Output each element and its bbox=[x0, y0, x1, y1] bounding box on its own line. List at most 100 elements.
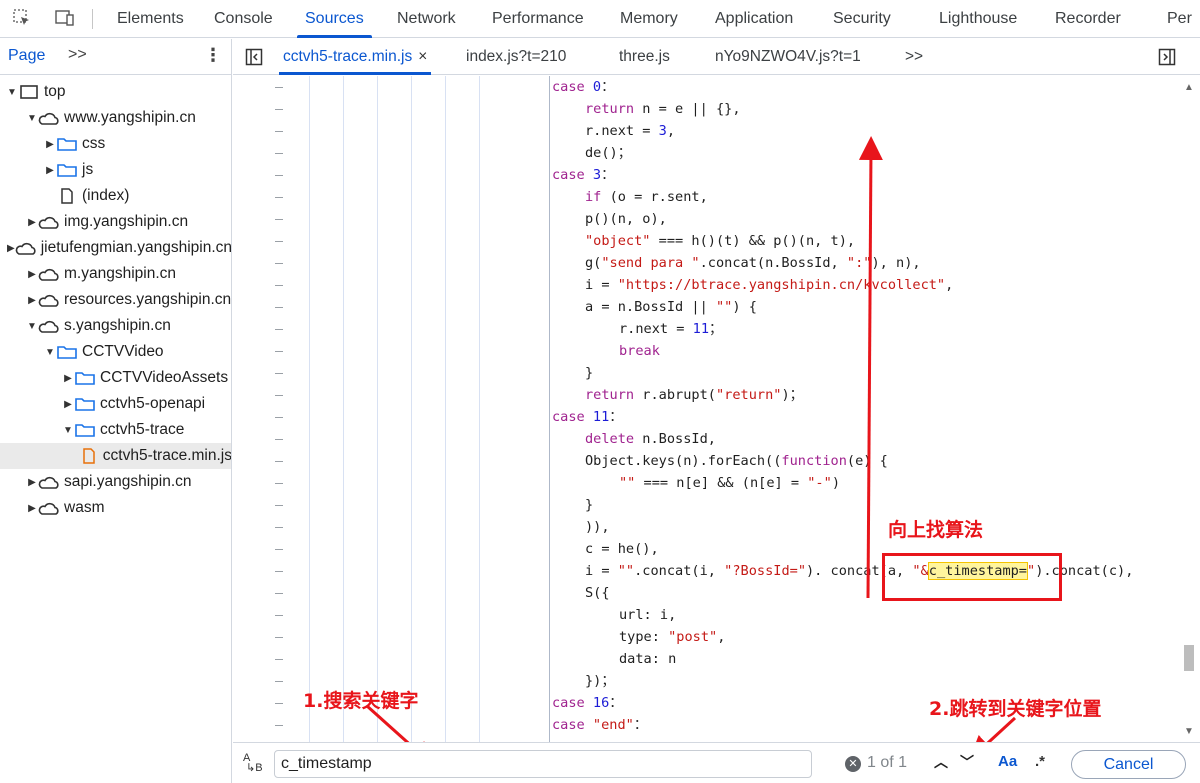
tab-network[interactable]: Network bbox=[397, 0, 456, 38]
toggle-navigator-icon[interactable] bbox=[245, 48, 263, 70]
match-case-button[interactable]: Aa bbox=[998, 753, 1017, 770]
editor-tab[interactable]: index.js?t=210 bbox=[466, 39, 566, 75]
tree-item[interactable]: ▶ css bbox=[0, 131, 231, 157]
code-token: .concat(n.BossId, bbox=[699, 255, 847, 271]
tree-item[interactable]: ▼ www.yangshipin.cn bbox=[0, 105, 231, 131]
code-editor[interactable]: case 0： return n = e || {}, r.next = 3, de(… bbox=[233, 76, 1200, 742]
tab-recorder[interactable]: Recorder bbox=[1055, 0, 1121, 38]
regex-button[interactable]: .* bbox=[1035, 753, 1045, 770]
editor-scrollbar[interactable]: ▲ ▼ bbox=[1178, 76, 1200, 742]
expand-right-icon[interactable]: ▶ bbox=[7, 243, 15, 254]
indent-guide bbox=[377, 76, 378, 742]
tab-console[interactable]: Console bbox=[214, 0, 273, 38]
tree-item[interactable]: ▶ resources.yangshipin.cn bbox=[0, 287, 231, 313]
device-toolbar-icon[interactable] bbox=[55, 8, 75, 28]
code-line: case "end"： bbox=[552, 714, 647, 736]
code-token: g( bbox=[585, 255, 602, 271]
tree-item[interactable]: cctvh5-trace.min.js bbox=[0, 443, 231, 469]
code-line: a = n.BossId || "") { bbox=[585, 296, 757, 318]
expand-down-icon[interactable]: ▼ bbox=[62, 425, 74, 436]
tree-item[interactable]: ▶ wasm bbox=[0, 495, 231, 521]
search-bar: A ↳B ✕ 1 of 1 ︿ ﹀ Aa .* Cancel bbox=[233, 742, 1200, 783]
editor-tab[interactable]: cctvh5-trace.min.js × bbox=[278, 39, 432, 75]
scroll-down-icon[interactable]: ▼ bbox=[1184, 726, 1194, 737]
tab-page[interactable]: Page bbox=[8, 47, 45, 65]
code-token: ":" bbox=[846, 255, 872, 271]
editor-tab[interactable]: three.js bbox=[619, 39, 670, 75]
search-field[interactable] bbox=[274, 750, 812, 778]
expand-right-icon[interactable]: ▶ bbox=[26, 217, 38, 228]
code-line: c = he(), bbox=[585, 538, 659, 560]
cancel-button[interactable]: Cancel bbox=[1071, 750, 1186, 779]
tab-security[interactable]: Security bbox=[833, 0, 891, 38]
tree-item-label: js bbox=[82, 161, 94, 178]
code-token: case bbox=[552, 695, 593, 711]
scrollbar-thumb[interactable] bbox=[1184, 645, 1194, 671]
more-editor-tabs-button[interactable]: >> bbox=[905, 39, 923, 75]
tree-item[interactable]: (index) bbox=[0, 183, 231, 209]
tree-item[interactable]: ▶ CCTVVideoAssets bbox=[0, 365, 231, 391]
replace-toggle-icon[interactable]: A ↳B bbox=[243, 753, 263, 774]
tree-item[interactable]: ▶ img.yangshipin.cn bbox=[0, 209, 231, 235]
code-token: "?BossId=" bbox=[724, 563, 806, 579]
tab-per[interactable]: Per bbox=[1167, 0, 1192, 38]
code-token: n = e || {}, bbox=[642, 101, 741, 117]
inspect-element-icon[interactable] bbox=[12, 8, 32, 28]
code-token: 11 bbox=[592, 409, 610, 425]
more-options-icon[interactable]: ⋮ bbox=[204, 45, 222, 66]
code-line: case 16： bbox=[552, 692, 623, 714]
clear-search-icon[interactable]: ✕ bbox=[845, 756, 861, 772]
expand-down-icon[interactable]: ▼ bbox=[26, 113, 38, 124]
code-line: } bbox=[585, 362, 593, 384]
code-token: a = n.BossId || bbox=[585, 299, 716, 315]
indent-guide bbox=[549, 76, 550, 742]
tab-memory[interactable]: Memory bbox=[620, 0, 678, 38]
expand-right-icon[interactable]: ▶ bbox=[26, 503, 38, 514]
tab-performance[interactable]: Performance bbox=[492, 0, 584, 38]
expand-right-icon[interactable]: ▶ bbox=[62, 399, 74, 410]
tab-application[interactable]: Application bbox=[715, 0, 793, 38]
expand-right-icon[interactable]: ▶ bbox=[44, 165, 56, 176]
tree-item[interactable]: ▼ s.yangshipin.cn bbox=[0, 313, 231, 339]
expand-right-icon[interactable]: ▶ bbox=[62, 373, 74, 384]
editor-tab[interactable]: nYo9NZWO4V.js?t=1 bbox=[715, 39, 861, 75]
gutter-marker bbox=[275, 329, 283, 330]
expand-right-icon[interactable]: ▶ bbox=[44, 139, 56, 150]
expand-down-icon[interactable]: ▼ bbox=[6, 87, 18, 98]
expand-right-icon[interactable]: ▶ bbox=[26, 477, 38, 488]
previous-match-icon[interactable]: ︿ bbox=[930, 751, 952, 773]
next-match-icon[interactable]: ﹀ bbox=[956, 751, 978, 773]
expand-right-icon[interactable]: ▶ bbox=[26, 269, 38, 280]
toggle-debugger-icon[interactable] bbox=[1158, 48, 1176, 70]
cloud-icon bbox=[38, 291, 60, 309]
tree-item[interactable]: ▶ cctvh5-openapi bbox=[0, 391, 231, 417]
tree-item[interactable]: ▶ sapi.yangshipin.cn bbox=[0, 469, 231, 495]
expand-right-icon[interactable]: ▶ bbox=[26, 295, 38, 306]
code-line: case 0： bbox=[552, 76, 615, 98]
tab-sources[interactable]: Sources bbox=[297, 0, 372, 38]
expand-down-icon[interactable]: ▼ bbox=[44, 347, 56, 358]
gutter-marker bbox=[275, 637, 283, 638]
close-tab-icon[interactable]: × bbox=[418, 48, 427, 65]
tab-lighthouse[interactable]: Lighthouse bbox=[939, 0, 1017, 38]
expand-down-icon[interactable]: ▼ bbox=[26, 321, 38, 332]
tree-item[interactable]: ▼ cctvh5-trace bbox=[0, 417, 231, 443]
search-input[interactable] bbox=[281, 753, 801, 775]
code-token: n.BossId, bbox=[642, 431, 716, 447]
code-token: data: n bbox=[619, 651, 677, 667]
tree-item[interactable]: ▼ top bbox=[0, 79, 231, 105]
code-token: ： bbox=[609, 409, 623, 425]
code-token: p()(n, o), bbox=[585, 211, 667, 227]
tab-elements[interactable]: Elements bbox=[117, 0, 184, 38]
tree-item-label: cctvh5-openapi bbox=[100, 395, 206, 412]
tree-item[interactable]: ▶ m.yangshipin.cn bbox=[0, 261, 231, 287]
gutter-marker bbox=[275, 483, 283, 484]
more-tabs-button[interactable]: >> bbox=[68, 46, 87, 64]
tree-item[interactable]: ▼ CCTVVideo bbox=[0, 339, 231, 365]
editor-tab-label: index.js?t=210 bbox=[466, 48, 567, 65]
tree-item[interactable]: ▶ jietufengmian.yangshipin.cn bbox=[0, 235, 231, 261]
scroll-up-icon[interactable]: ▲ bbox=[1184, 82, 1194, 93]
devtools-main-tabbar: Elements Console Sources Network Performance… bbox=[0, 0, 1200, 38]
code-token: i = bbox=[585, 277, 618, 293]
tree-item[interactable]: ▶ js bbox=[0, 157, 231, 183]
